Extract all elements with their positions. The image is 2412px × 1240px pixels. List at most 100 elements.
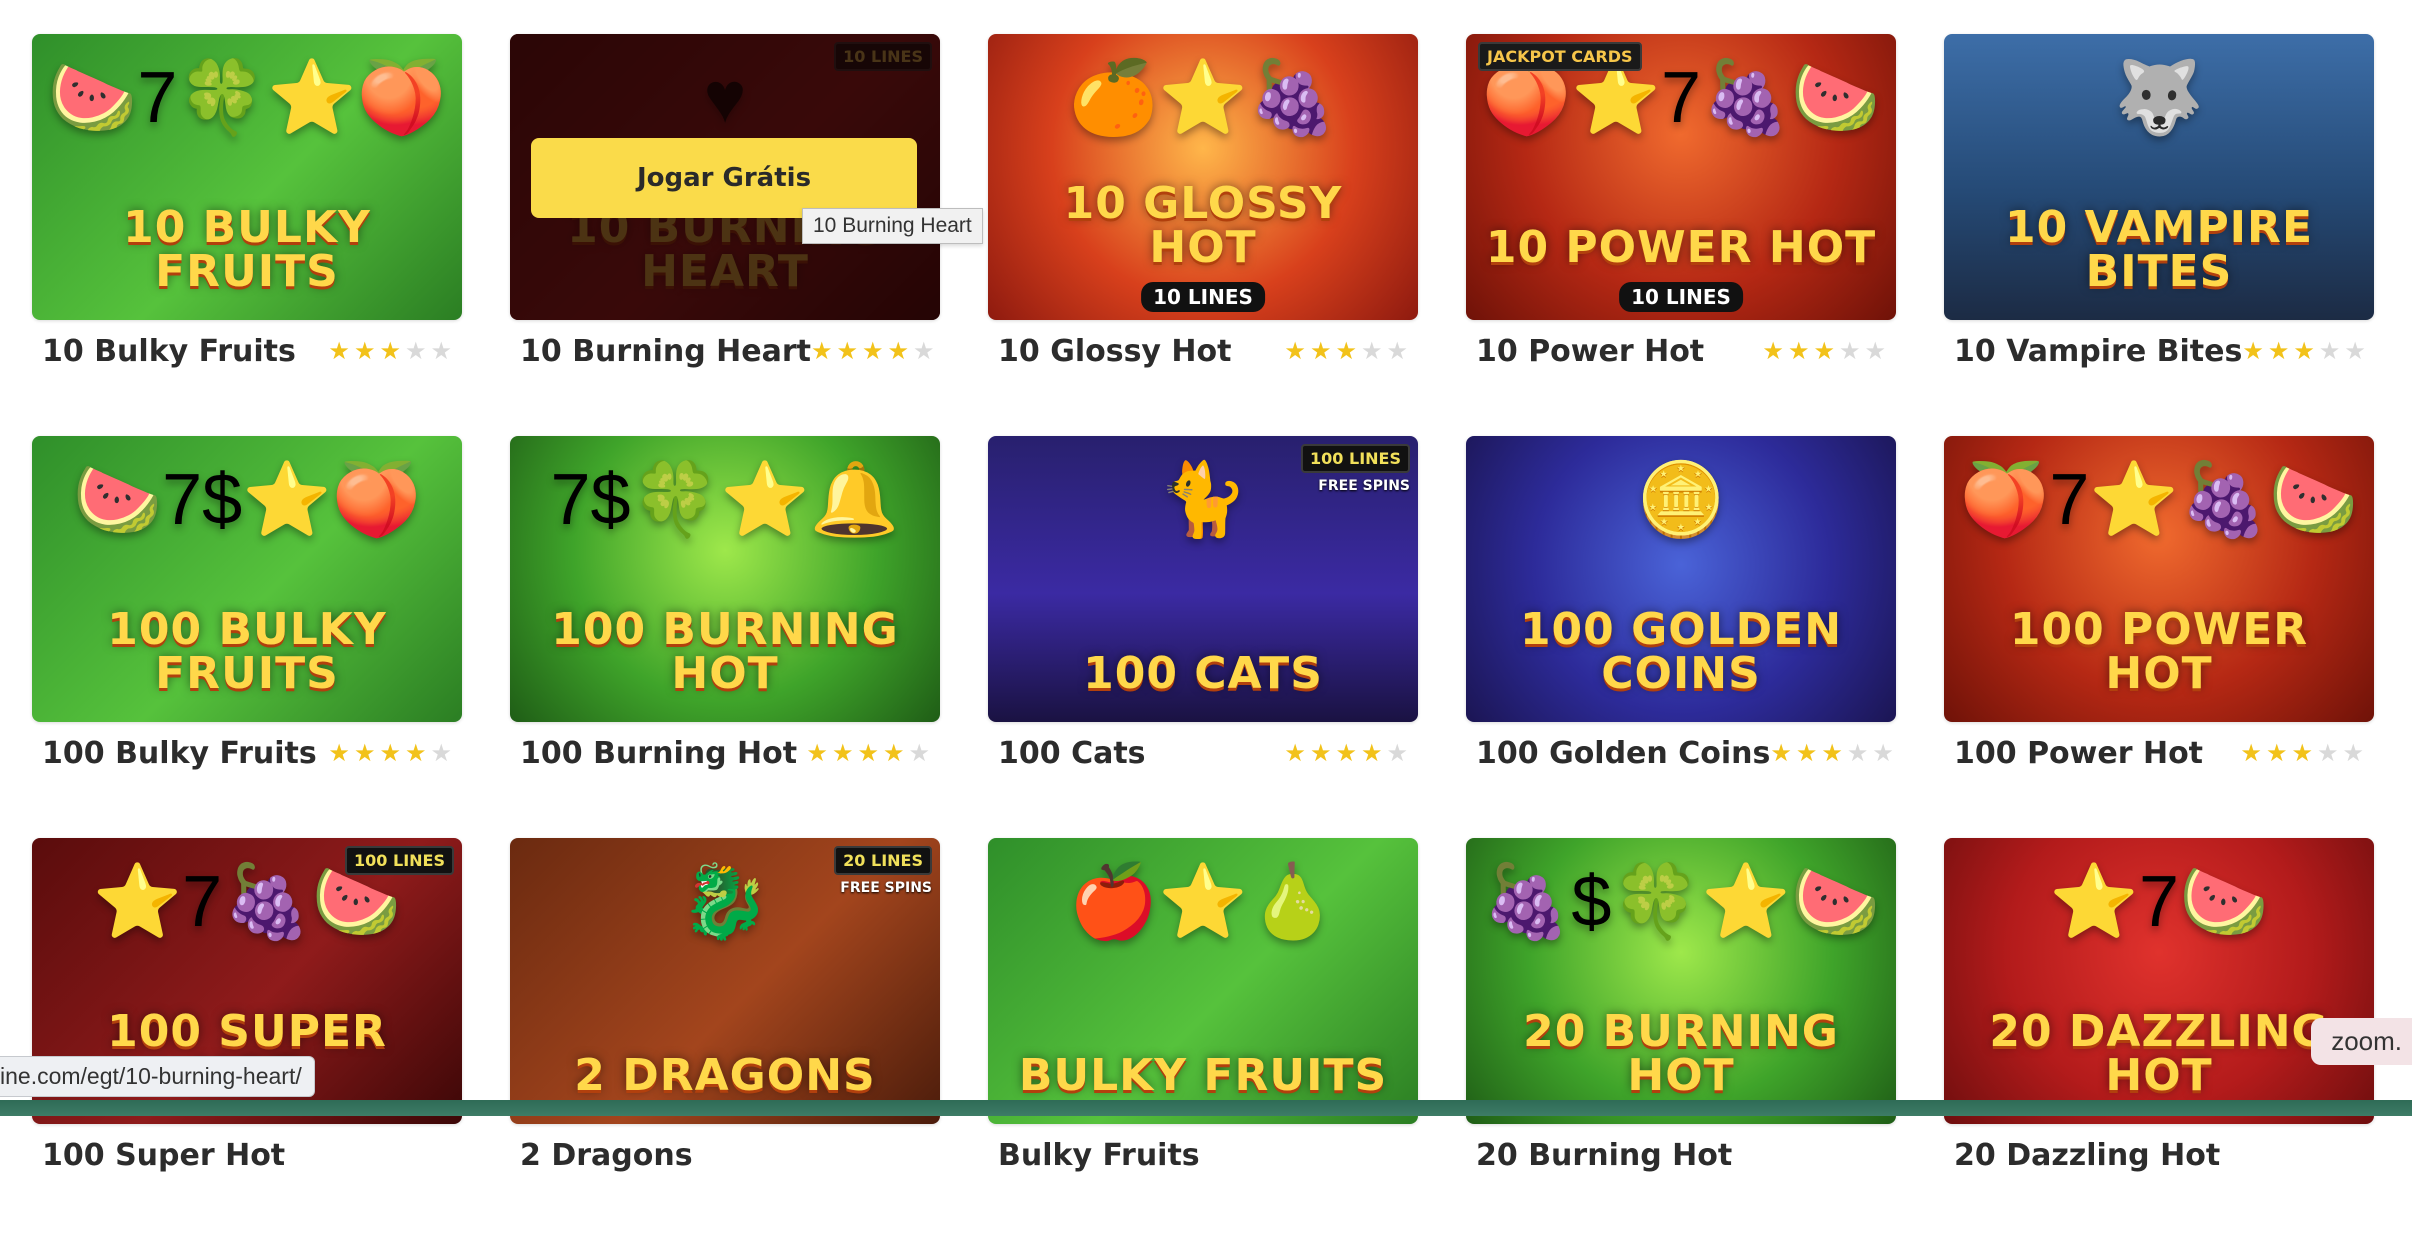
- game-thumbnail[interactable]: 🍑7⭐🍇🍉 100 Power Hot: [1944, 436, 2374, 722]
- game-card[interactable]: 🍑7⭐🍇🍉 100 Power Hot 100 Power Hot ★ ★ ★ ★ ★: [1944, 436, 2374, 838]
- game-thumbnail[interactable]: ♥10 Burning Heart10 LINESJogar Grátis: [510, 34, 940, 320]
- game-art-title: 2 Dragons: [574, 1050, 876, 1101]
- game-title[interactable]: 100 Power Hot: [1954, 736, 2203, 771]
- star-icon: ★: [2267, 337, 2290, 365]
- game-title[interactable]: 10 Vampire Bites: [1954, 334, 2242, 369]
- game-title[interactable]: 2 Dragons: [520, 1138, 693, 1173]
- game-art-icons: 🪙: [1636, 460, 1726, 540]
- game-thumbnail[interactable]: 🐈 100 Cats 100 LINES FREE SPINS: [988, 436, 1418, 722]
- game-title[interactable]: 100 Bulky Fruits: [42, 736, 317, 771]
- game-title[interactable]: 20 Dazzling Hot: [1954, 1138, 2220, 1173]
- game-info: 10 Power Hot ★ ★ ★ ★ ★: [1466, 334, 1896, 369]
- rating-stars: ★ ★ ★ ★ ★: [1284, 337, 1408, 365]
- game-info: Bulky Fruits: [988, 1138, 1418, 1173]
- game-info: 100 Super Hot: [32, 1138, 462, 1173]
- game-info: 100 Golden Coins ★ ★ ★ ★ ★: [1466, 736, 1896, 771]
- game-title[interactable]: 10 Glossy Hot: [998, 334, 1231, 369]
- game-title[interactable]: 10 Power Hot: [1476, 334, 1704, 369]
- star-icon: ★: [836, 337, 858, 365]
- hover-tooltip: 10 Burning Heart: [802, 208, 983, 244]
- game-thumbnail[interactable]: 🪙 100 Golden Coins: [1466, 436, 1896, 722]
- star-icon: ★: [1335, 337, 1357, 365]
- game-info: 10 Vampire Bites ★ ★ ★ ★ ★: [1944, 334, 2374, 369]
- star-icon: ★: [1360, 337, 1383, 365]
- lines-badge: 20 LINES: [834, 846, 932, 875]
- game-card[interactable]: 🐉 2 Dragons 20 LINES FREE SPINS 2 Dragons: [510, 838, 940, 1240]
- game-card[interactable]: 🐈 100 Cats 100 LINES FREE SPINS 100 Cats ★ ★ ★ ★…: [988, 436, 1418, 838]
- game-card[interactable]: 🪙 100 Golden Coins 100 Golden Coins ★ ★ ★ ★ ★: [1466, 436, 1896, 838]
- free-spins-badge: FREE SPINS: [840, 880, 932, 896]
- star-icon: ★: [430, 739, 452, 767]
- game-art-title: 100 Burning Hot: [551, 604, 899, 699]
- game-art-title: 10 Bulky Fruits: [123, 202, 371, 297]
- star-icon: ★: [2342, 739, 2364, 767]
- game-thumbnail[interactable]: 🍎⭐🍐 Bulky Fruits: [988, 838, 1418, 1124]
- star-icon: ★: [1864, 337, 1886, 365]
- game-art-title: 10 Glossy Hot: [1063, 178, 1343, 273]
- games-grid: 🍉7🍀⭐🍑 10 Bulky Fruits 10 Bulky Fruits ★ ★ ★ ★ ★…: [32, 34, 2374, 1240]
- game-thumbnail[interactable]: 🐉 2 Dragons 20 LINES FREE SPINS: [510, 838, 940, 1124]
- game-title[interactable]: 10 Bulky Fruits: [42, 334, 296, 369]
- game-thumbnail[interactable]: ⭐7🍉 20 Dazzling Hot: [1944, 838, 2374, 1124]
- rating-stars: ★ ★ ★ ★ ★: [811, 337, 935, 365]
- game-art-icons: ⭐7🍉: [2049, 862, 2269, 942]
- game-thumbnail[interactable]: 🍇$🍀⭐🍉 20 Burning Hot: [1466, 838, 1896, 1124]
- game-thumbnail[interactable]: 🍊⭐🍇 10 Glossy Hot 10 LINES: [988, 34, 1418, 320]
- game-card[interactable]: 🍉7🍀⭐🍑 10 Bulky Fruits 10 Bulky Fruits ★ ★ ★ ★ ★: [32, 34, 462, 436]
- game-title[interactable]: 10 Burning Heart: [520, 334, 811, 369]
- star-icon: ★: [1846, 739, 1869, 767]
- star-icon: ★: [1813, 337, 1835, 365]
- rating-stars: ★ ★ ★ ★ ★: [328, 739, 452, 767]
- game-card[interactable]: 7$🍀⭐🔔 100 Burning Hot 100 Burning Hot ★ ★ ★ ★ ★: [510, 436, 940, 838]
- game-art-icons: 🍉7🍀⭐🍑: [47, 58, 447, 138]
- game-card[interactable]: 🍉7$⭐🍑 100 Bulky Fruits 100 Bulky Fruits ★ ★ ★…: [32, 436, 462, 838]
- lines-badge: 100 LINES: [345, 846, 454, 875]
- game-title[interactable]: Bulky Fruits: [998, 1138, 1200, 1173]
- game-art-icons: 7$🍀⭐🔔: [550, 460, 900, 540]
- lines-label: 10 LINES: [1141, 282, 1265, 312]
- star-icon: ★: [2293, 337, 2315, 365]
- game-title[interactable]: 100 Burning Hot: [520, 736, 797, 771]
- game-art-title: 100 Bulky Fruits: [107, 604, 387, 699]
- game-card[interactable]: 🍎⭐🍐 Bulky Fruits Bulky Fruits: [988, 838, 1418, 1240]
- game-info: 20 Dazzling Hot: [1944, 1138, 2374, 1173]
- star-icon: ★: [2265, 739, 2288, 767]
- game-art-icons: 🍑⭐7🍇🍉: [1481, 58, 1881, 138]
- game-thumbnail[interactable]: 🍑⭐7🍇🍉 10 Power Hot JACKPOT CARDS 10 LINES: [1466, 34, 1896, 320]
- lines-badge: 100 LINES: [1301, 444, 1410, 473]
- game-card[interactable]: 🍇$🍀⭐🍉 20 Burning Hot 20 Burning Hot: [1466, 838, 1896, 1240]
- game-art-icons: 🐉: [680, 862, 770, 942]
- game-card[interactable]: ⭐7🍇🍉100 Super Hot100 LINES100 Super Hot: [32, 838, 462, 1240]
- game-thumbnail[interactable]: 🍉7🍀⭐🍑 10 Bulky Fruits: [32, 34, 462, 320]
- star-icon: ★: [379, 739, 401, 767]
- jackpot-cards-badge: JACKPOT CARDS: [1478, 42, 1642, 71]
- game-card[interactable]: ⭐7🍉 20 Dazzling Hot 20 Dazzling Hot: [1944, 838, 2374, 1240]
- game-card[interactable]: 🍊⭐🍇 10 Glossy Hot 10 LINES 10 Glossy Hot ★ ★ ★…: [988, 34, 1418, 436]
- game-info: 10 Glossy Hot ★ ★ ★ ★ ★: [988, 334, 1418, 369]
- game-card[interactable]: 🐺 10 Vampire Bites 10 Vampire Bites ★ ★ ★ ★ ★: [1944, 34, 2374, 436]
- game-art-icons: 🍑7⭐🍇🍉: [1959, 460, 2359, 540]
- game-card[interactable]: 🍑⭐7🍇🍉 10 Power Hot JACKPOT CARDS 10 LINES 10…: [1466, 34, 1896, 436]
- game-info: 100 Power Hot ★ ★ ★ ★ ★: [1944, 736, 2374, 771]
- game-art-icons: 🍊⭐🍇: [1068, 58, 1338, 138]
- game-thumbnail[interactable]: 🐺 10 Vampire Bites: [1944, 34, 2374, 320]
- zoom-indicator[interactable]: zoom.: [2311, 1018, 2412, 1065]
- rating-stars: ★ ★ ★ ★ ★: [1762, 337, 1886, 365]
- star-icon: ★: [806, 739, 828, 767]
- game-title[interactable]: 100 Super Hot: [42, 1138, 285, 1173]
- play-free-button[interactable]: Jogar Grátis: [531, 138, 917, 218]
- game-art-title: 10 Vampire Bites: [2004, 202, 2313, 297]
- lines-label: 10 LINES: [1619, 282, 1743, 312]
- game-thumbnail[interactable]: 🍉7$⭐🍑 100 Bulky Fruits: [32, 436, 462, 722]
- game-thumbnail[interactable]: 7$🍀⭐🔔 100 Burning Hot: [510, 436, 940, 722]
- game-art-title: Bulky Fruits: [1018, 1050, 1388, 1101]
- game-title[interactable]: 20 Burning Hot: [1476, 1138, 1732, 1173]
- game-title[interactable]: 100 Golden Coins: [1476, 736, 1770, 771]
- star-icon: ★: [1309, 337, 1332, 365]
- star-icon: ★: [379, 337, 401, 365]
- star-icon: ★: [887, 337, 910, 365]
- game-title[interactable]: 100 Cats: [998, 736, 1146, 771]
- star-icon: ★: [353, 739, 376, 767]
- game-info: 100 Cats ★ ★ ★ ★ ★: [988, 736, 1418, 771]
- game-art-title: 10 Power Hot: [1485, 222, 1877, 273]
